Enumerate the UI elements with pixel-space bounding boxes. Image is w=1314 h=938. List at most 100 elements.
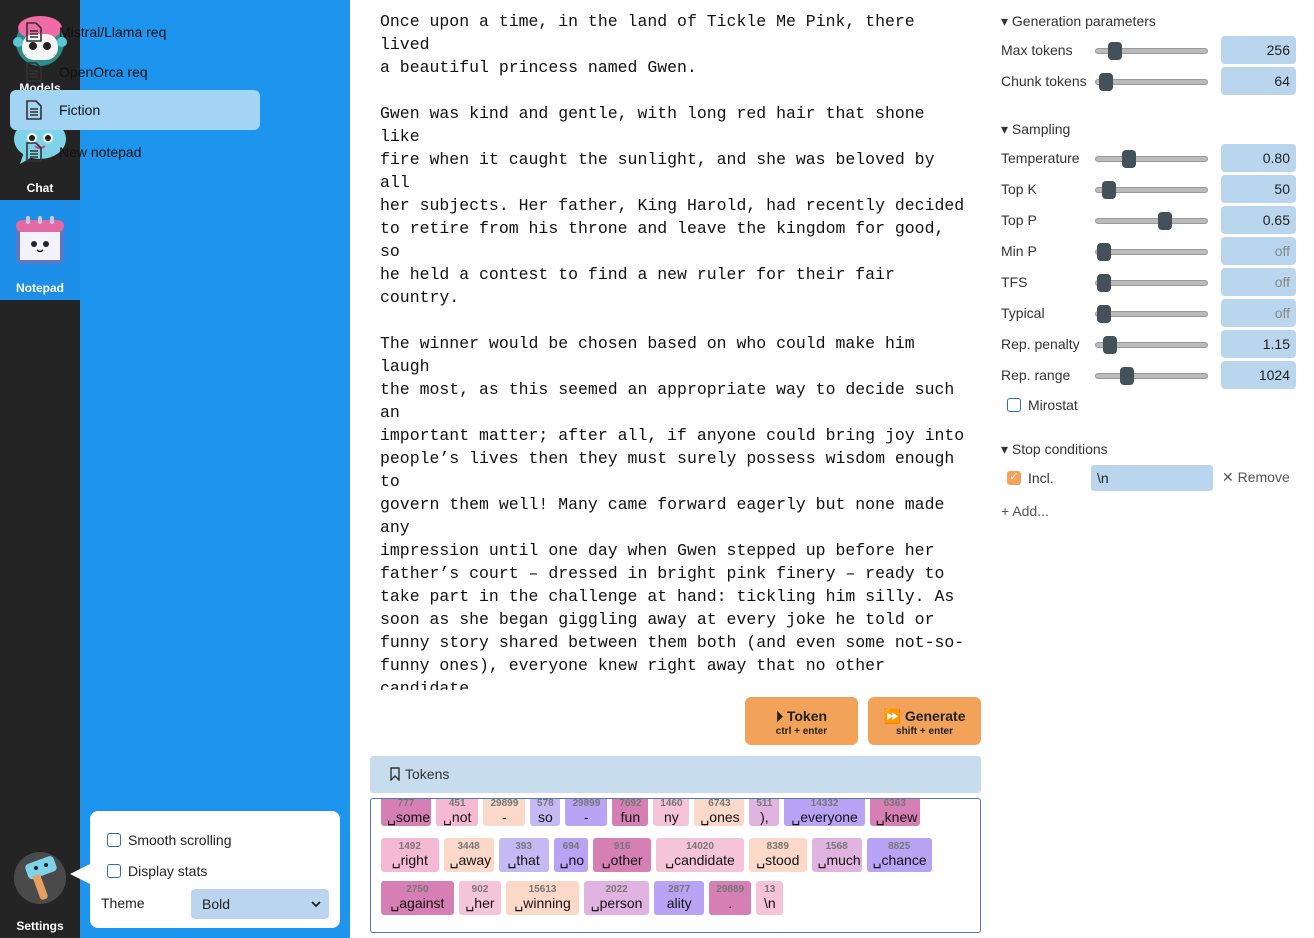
top-k-value[interactable]: 50 [1221, 175, 1296, 203]
notepad-item-new[interactable]: New notepad [10, 132, 260, 172]
typical-value[interactable]: off [1221, 299, 1296, 327]
token-chip[interactable]: 29899- [483, 798, 526, 826]
max-tokens-value[interactable]: 256 [1221, 36, 1296, 64]
sampling-section-toggle[interactable]: ▾ Sampling [1001, 121, 1070, 138]
document-icon [26, 22, 42, 42]
token-text: . [728, 895, 733, 911]
slider-knob[interactable] [1120, 367, 1135, 385]
nav-settings[interactable]: Settings [0, 838, 80, 938]
token-chip[interactable]: 14020 ␣candidate [656, 838, 744, 872]
token-chip[interactable]: 1568 ␣much [811, 838, 862, 872]
param-label: TFS [1001, 274, 1028, 290]
mirostat-label: Mirostat [1028, 397, 1078, 413]
display-stats-checkbox[interactable] [107, 864, 121, 878]
token-text: ␣winning [514, 895, 571, 911]
top-p-value[interactable]: 0.65 [1221, 206, 1296, 234]
chunk-tokens-value[interactable]: 64 [1221, 67, 1296, 95]
generate-shortcut: shift + enter [896, 726, 953, 737]
slider-knob[interactable] [1098, 73, 1113, 91]
token-chip[interactable]: 6363 ␣knew [869, 798, 920, 826]
mirostat-checkbox[interactable] [1007, 398, 1021, 412]
token-button[interactable]: ⏵ Token ctrl + enter [745, 697, 858, 745]
notepad-icon [16, 216, 64, 264]
token-chip[interactable]: 7692 fun [612, 799, 649, 826]
generation-section-toggle[interactable]: ▾ Generation parameters [1001, 13, 1156, 30]
chunk-tokens-slider[interactable] [1095, 73, 1208, 91]
token-chip[interactable]: 777 ␣some [381, 799, 431, 826]
top-k-slider[interactable] [1095, 181, 1208, 199]
generate-button[interactable]: ⏩ Generate shift + enter [868, 697, 981, 745]
rep-range-value[interactable]: 1024 [1221, 361, 1296, 389]
token-chip[interactable]: 29899- [565, 799, 608, 826]
token-chip[interactable]: 6743 ␣ones [694, 798, 745, 826]
remove-stop-button[interactable]: ✕ Remove [1222, 469, 1290, 486]
rep-penalty-value[interactable]: 1.15 [1221, 330, 1296, 358]
token-shortcut: ctrl + enter [775, 726, 828, 737]
token-chip[interactable]: 3448 ␣away [443, 838, 494, 872]
token-chip[interactable]: 1460 ny [653, 799, 690, 826]
slider-knob[interactable] [1102, 181, 1117, 199]
token-chip[interactable]: 2750 ␣against [381, 881, 454, 915]
temperature-value[interactable]: 0.80 [1221, 144, 1296, 172]
token-chip[interactable]: 29889. [709, 881, 752, 915]
token-chip[interactable]: 8389 ␣stood [749, 838, 807, 872]
slider-knob[interactable] [1096, 305, 1111, 323]
notepad-item-mistral[interactable]: Mistral/Llama req [10, 12, 260, 52]
incl-label: Incl. [1028, 470, 1054, 486]
nav-notepad-label: Notepad [16, 281, 64, 295]
token-id: 29899 [490, 798, 519, 809]
token-chip[interactable]: 511), [749, 799, 780, 826]
token-chip[interactable]: 8825 ␣chance [866, 838, 932, 872]
slider-knob[interactable] [1107, 42, 1122, 60]
smooth-scrolling-checkbox[interactable] [107, 833, 121, 847]
smooth-scrolling-label: Smooth scrolling [128, 832, 232, 848]
token-chip[interactable]: 578 so [530, 799, 561, 826]
editor-textarea[interactable]: Once upon a time, in the land of Tickle … [370, 10, 981, 690]
token-chip[interactable]: 14332 ␣everyone [784, 799, 865, 826]
token-id: 1492 [398, 841, 421, 852]
token-chip[interactable]: 916 ␣other [593, 838, 651, 872]
temperature-slider[interactable] [1095, 150, 1208, 168]
token-id: 694 [562, 841, 580, 852]
typical-slider[interactable] [1095, 305, 1208, 323]
slider-knob[interactable] [1103, 336, 1118, 354]
token-chip[interactable]: 1492 ␣right [381, 838, 439, 872]
incl-checkbox[interactable]: ✓ [1007, 471, 1021, 485]
token-id: 6363 [883, 798, 906, 809]
token-text: ␣much [817, 852, 861, 868]
min-p-slider[interactable] [1095, 243, 1208, 261]
token-chip[interactable]: 451 ␣not [436, 799, 479, 826]
notepad-item-openorca[interactable]: OpenOrca req [10, 52, 260, 92]
token-id: 3448 [457, 841, 480, 852]
slider-knob[interactable] [1157, 212, 1172, 230]
token-chip[interactable]: 13 \n [756, 881, 784, 915]
stop-condition-input[interactable]: \n [1091, 465, 1213, 491]
max-tokens-slider[interactable] [1095, 42, 1208, 60]
token-chip[interactable]: 2022 ␣person [584, 881, 650, 915]
token-chip[interactable]: 2877 ality [654, 881, 705, 915]
param-label: Max tokens [1001, 42, 1073, 58]
add-stop-button[interactable]: + Add... [1001, 503, 1049, 519]
slider-knob[interactable] [1096, 243, 1111, 261]
token-id: 13 [764, 884, 776, 895]
token-chip[interactable]: 694 ␣no [553, 838, 589, 872]
top-p-slider[interactable] [1095, 212, 1208, 230]
tokens-panel-header[interactable]: Tokens [370, 756, 981, 793]
stop-section-toggle[interactable]: ▾ Stop conditions [1001, 441, 1108, 458]
slider-knob[interactable] [1122, 150, 1137, 168]
rep-range-slider[interactable] [1095, 367, 1208, 385]
tfs-value[interactable]: off [1221, 268, 1296, 296]
tfs-slider[interactable] [1095, 274, 1208, 292]
nav-notepad[interactable]: Notepad [0, 200, 80, 300]
slider-knob[interactable] [1096, 274, 1111, 292]
token-id: 1568 [825, 841, 848, 852]
rep-penalty-slider[interactable] [1095, 336, 1208, 354]
theme-select[interactable]: Bold [191, 889, 329, 919]
min-p-value[interactable]: off [1221, 237, 1296, 265]
tokens-panel: 777 ␣some 451 ␣not 29899-578 so 29899-7692 fun 1… [370, 798, 981, 933]
notepad-item-fiction[interactable]: Fiction [10, 90, 260, 130]
token-id: 6743 [708, 798, 731, 809]
token-chip[interactable]: 15613 ␣winning [506, 881, 579, 915]
token-chip[interactable]: 393 ␣that [498, 838, 549, 872]
token-chip[interactable]: 902 ␣her [458, 881, 502, 915]
